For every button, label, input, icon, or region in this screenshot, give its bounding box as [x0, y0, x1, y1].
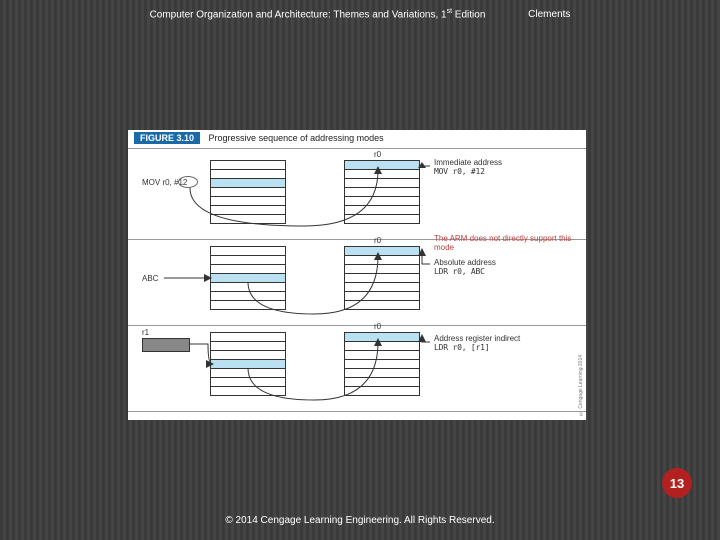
slide-header: Computer Organization and Architecture: …	[0, 8, 720, 20]
symbol-abc: ABC	[142, 274, 158, 283]
mode-name: Absolute address	[434, 258, 496, 267]
register-r1-box	[142, 338, 190, 352]
figure-caption: Progressive sequence of addressing modes	[209, 133, 384, 143]
mode-code: LDR r0, [r1]	[434, 343, 520, 352]
unsupported-note: The ARM does not directly support this m…	[434, 234, 580, 252]
mode-name: Address register indirect	[434, 334, 520, 343]
figure-container: FIGURE 3.10 Progressive sequence of addr…	[128, 130, 586, 420]
register-label-r0: r0	[374, 150, 381, 159]
book-title-post: Edition	[452, 9, 485, 20]
figure-title: FIGURE 3.10 Progressive sequence of addr…	[134, 132, 384, 144]
addressing-mode-panel: ABC r0 The ARM does not directly support…	[134, 242, 580, 324]
figure-badge: FIGURE 3.10	[134, 132, 200, 144]
author-name: Clements	[528, 9, 570, 20]
mode-code: MOV r0, #12	[434, 167, 502, 176]
page-number-badge: 13	[662, 468, 692, 498]
register-label-r1: r1	[142, 328, 149, 337]
register-label-r0: r0	[374, 322, 381, 331]
mode-name: Immediate address	[434, 158, 502, 167]
addressing-mode-panel: MOV r0, #12 r0 Immediate address MOV r0,…	[134, 156, 580, 238]
slide-footer: © 2014 Cengage Learning Engineering. All…	[0, 515, 720, 526]
mode-code: LDR r0, ABC	[434, 267, 496, 276]
book-title-pre: Computer Organization and Architecture: …	[150, 9, 447, 20]
operand-highlight-oval	[178, 176, 198, 188]
figure-copyright: © Cengage Learning 2014	[578, 355, 584, 416]
page-number: 13	[670, 476, 684, 491]
addressing-mode-panel: r1 r0 Address register indirect LDR r0, …	[134, 328, 580, 410]
register-label-r0: r0	[374, 236, 381, 245]
